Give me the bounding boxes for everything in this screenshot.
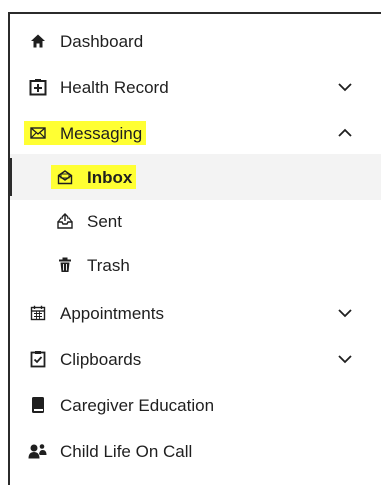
- user-group-icon: [28, 441, 48, 461]
- clipboard-check-icon: [28, 349, 48, 369]
- sidebar-item-label: Trash: [87, 255, 130, 275]
- sidebar-item-clipboards[interactable]: Clipboards: [10, 336, 381, 382]
- chevron-down-icon[interactable]: [337, 305, 353, 321]
- sidebar-item-appointments[interactable]: Appointments: [10, 290, 381, 336]
- sidebar-item-label: Clipboards: [60, 349, 142, 369]
- chevron-down-icon[interactable]: [337, 79, 353, 95]
- sidebar-item-label: Appointments: [60, 303, 164, 323]
- highlight-messaging: Messaging: [24, 121, 147, 145]
- active-indicator: [8, 158, 12, 196]
- chevron-down-icon[interactable]: [337, 351, 353, 367]
- sidebar-item-label: Inbox: [87, 167, 133, 187]
- sidebar-subitem-inbox[interactable]: Inbox: [8, 154, 381, 200]
- sidebar-frame: Dashboard Health Record Messaging Inbox …: [8, 12, 381, 485]
- sidebar-item-label: Child Life On Call: [60, 441, 193, 461]
- sidebar-item-caregiver-education[interactable]: Caregiver Education: [10, 382, 381, 428]
- envelope-open-icon: [55, 167, 75, 187]
- sidebar-item-label: Dashboard: [60, 31, 144, 51]
- highlight-inbox: Inbox: [51, 165, 137, 189]
- sidebar-subitem-trash[interactable]: Trash: [10, 242, 381, 288]
- outbox-tray-icon: [55, 211, 75, 231]
- sidebar-item-child-life[interactable]: Child Life On Call: [10, 428, 381, 474]
- sidebar-item-label: Caregiver Education: [60, 395, 215, 415]
- chevron-up-icon[interactable]: [337, 125, 353, 141]
- home-icon: [28, 31, 48, 51]
- book-icon: [28, 395, 48, 415]
- medical-kit-icon: [28, 77, 48, 97]
- trash-icon: [55, 255, 75, 275]
- calendar-icon: [28, 303, 48, 323]
- sidebar-item-dashboard[interactable]: Dashboard: [10, 18, 381, 64]
- envelope-icon: [28, 123, 48, 143]
- sidebar-item-messaging[interactable]: Messaging: [10, 110, 381, 156]
- sidebar-subitem-sent[interactable]: Sent: [10, 198, 381, 244]
- sidebar-item-label: Sent: [87, 211, 122, 231]
- sidebar-item-label: Messaging: [60, 123, 143, 143]
- sidebar-item-label: Health Record: [60, 77, 169, 97]
- sidebar-item-health-record[interactable]: Health Record: [10, 64, 381, 110]
